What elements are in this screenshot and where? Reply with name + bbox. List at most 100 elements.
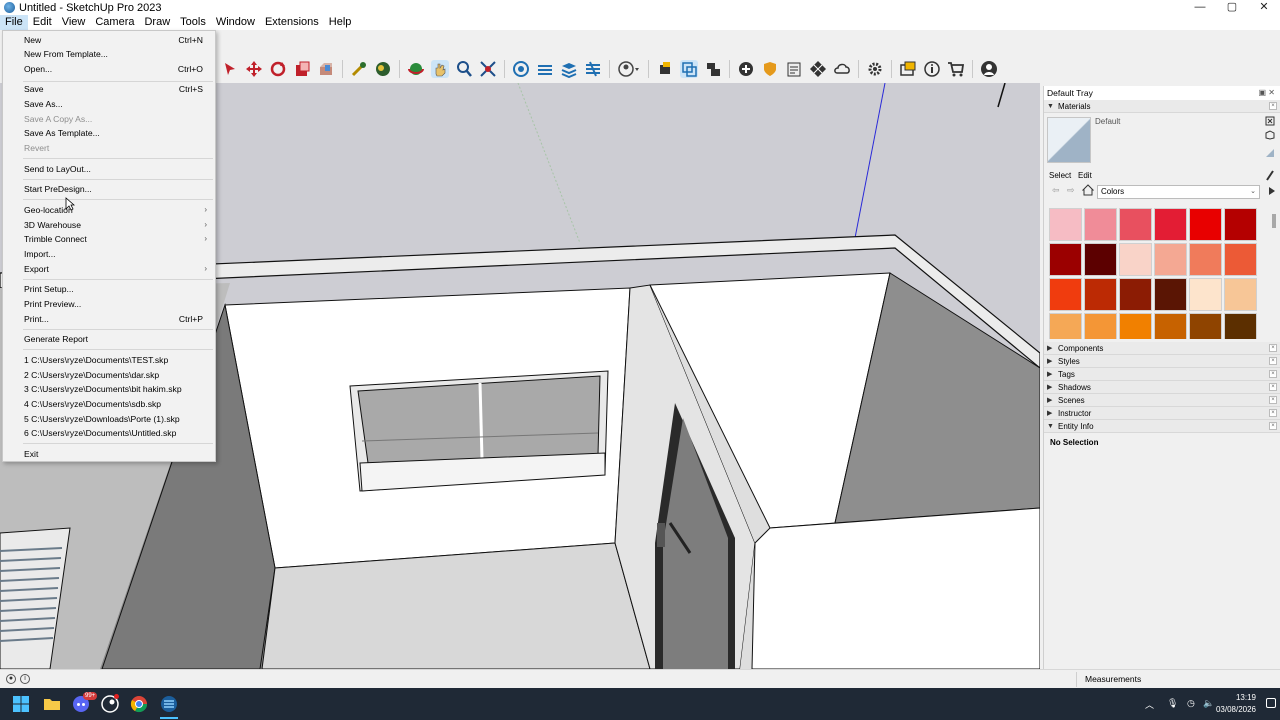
cart-icon[interactable]	[947, 60, 965, 78]
panel-instructor[interactable]: ▶ Instructor ×	[1044, 407, 1280, 420]
color-swatch[interactable]	[1084, 243, 1117, 276]
material-mode-icon[interactable]	[1265, 148, 1275, 158]
details-arrow-icon[interactable]	[1268, 185, 1276, 200]
menu-window[interactable]: Window	[211, 15, 260, 30]
panel-components[interactable]: ▶ Components ×	[1044, 342, 1280, 355]
color-swatch[interactable]	[1154, 278, 1187, 311]
minimize-button[interactable]: —	[1184, 0, 1216, 15]
menu-item-start-predesign[interactable]: Start PreDesign...	[3, 182, 215, 196]
panel-materials-header[interactable]: ▼ Materials ×	[1044, 100, 1280, 113]
account-dropdown-icon[interactable]	[617, 60, 641, 78]
extension-manager-icon[interactable]	[656, 60, 674, 78]
color-swatch[interactable]	[1049, 313, 1082, 339]
close-button[interactable]: ✕	[1248, 0, 1280, 15]
color-swatch[interactable]	[1224, 243, 1257, 276]
tab-edit[interactable]: Edit	[1078, 171, 1092, 180]
file-explorer-icon[interactable]	[43, 695, 61, 713]
color-swatch[interactable]	[1119, 278, 1152, 311]
color-swatch[interactable]	[1119, 243, 1152, 276]
menu-item-generate-report[interactable]: Generate Report	[3, 332, 215, 346]
volume-icon[interactable]: 🔈	[1203, 698, 1214, 709]
maximize-button[interactable]: ▢	[1216, 0, 1248, 15]
menu-item-export[interactable]: Export ›	[3, 262, 215, 276]
texture-grid-icon[interactable]	[809, 60, 827, 78]
layers-icon[interactable]	[560, 60, 578, 79]
panel-close-icon[interactable]: ×	[1269, 370, 1277, 378]
system-clock[interactable]: 13:19 03/08/2026	[1216, 692, 1256, 716]
panel-close-icon[interactable]: ×	[1269, 383, 1277, 391]
recent-file-3[interactable]: 3 C:\Users\ryze\Documents\bit hakim.skp	[3, 382, 215, 396]
recent-file-4[interactable]: 4 C:\Users\ryze\Documents\sdb.skp	[3, 397, 215, 411]
scale-tool-icon[interactable]	[293, 60, 311, 78]
recent-file-2[interactable]: 2 C:\Users\ryze\Documents\dar.skp	[3, 368, 215, 382]
paint-bucket-icon[interactable]	[374, 60, 392, 78]
orbit-icon[interactable]	[407, 60, 425, 78]
chrome-icon[interactable]	[130, 695, 148, 713]
sample-paint-icon[interactable]	[1265, 169, 1275, 183]
menu-tools[interactable]: Tools	[175, 15, 211, 30]
menu-item-print[interactable]: Print... Ctrl+P	[3, 312, 215, 326]
color-swatch[interactable]	[1084, 208, 1117, 241]
outliner-icon[interactable]	[704, 60, 722, 78]
color-swatch[interactable]	[1189, 313, 1222, 339]
color-swatch[interactable]	[1154, 243, 1187, 276]
menu-extensions[interactable]: Extensions	[260, 15, 324, 30]
color-swatch[interactable]	[1189, 243, 1222, 276]
color-swatch[interactable]	[1189, 278, 1222, 311]
add-icon[interactable]	[737, 60, 755, 78]
menu-item-geo-location[interactable]: Geo-location ›	[3, 203, 215, 217]
panel-styles[interactable]: ▶ Styles ×	[1044, 355, 1280, 368]
menu-file[interactable]: File	[0, 15, 28, 30]
menu-camera[interactable]: Camera	[90, 15, 139, 30]
panel-close-icon[interactable]: ×	[1269, 422, 1277, 430]
info-status-icon[interactable]: i	[20, 674, 30, 684]
sketchup-taskbar-icon[interactable]	[160, 695, 178, 713]
color-swatch[interactable]	[1119, 313, 1152, 339]
home-icon[interactable]	[1081, 184, 1095, 199]
menu-item-print-setup[interactable]: Print Setup...	[3, 282, 215, 296]
tape-measure-icon[interactable]	[350, 60, 368, 78]
clear-material-icon[interactable]	[1265, 116, 1275, 126]
menu-item-3d-warehouse[interactable]: 3D Warehouse ›	[3, 218, 215, 232]
color-swatch[interactable]	[1084, 313, 1117, 339]
menu-draw[interactable]: Draw	[139, 15, 175, 30]
notification-center-icon[interactable]	[1266, 698, 1276, 708]
zoom-extents-icon[interactable]	[479, 60, 497, 78]
select-tool-icon[interactable]	[221, 60, 239, 78]
forward-arrow-icon[interactable]: ⇨	[1067, 185, 1075, 196]
rotate-tool-icon[interactable]	[269, 60, 287, 78]
instructor-info-icon[interactable]	[923, 60, 941, 78]
menu-item-trimble-connect[interactable]: Trimble Connect ›	[3, 232, 215, 246]
tab-select[interactable]: Select	[1049, 171, 1071, 180]
panel-close-icon[interactable]: ×	[1269, 344, 1277, 352]
show-hidden-icons[interactable]: ︿	[1145, 698, 1154, 711]
component-browser-icon[interactable]	[680, 60, 698, 78]
network-icon[interactable]: ◷	[1187, 698, 1195, 709]
color-swatch[interactable]	[1224, 313, 1257, 339]
panel-shadows[interactable]: ▶ Shadows ×	[1044, 381, 1280, 394]
color-swatch[interactable]	[1084, 278, 1117, 311]
collection-dropdown[interactable]: Colors ⌄	[1097, 185, 1260, 199]
tray-pin-icon[interactable]: ▣ ✕	[1259, 86, 1275, 100]
color-swatch[interactable]	[1049, 278, 1082, 311]
windows-start-icon[interactable]	[12, 695, 30, 713]
sandbox-icon[interactable]	[584, 60, 602, 78]
menu-item-new[interactable]: New Ctrl+N	[3, 33, 215, 47]
menu-item-save-as[interactable]: Save As...	[3, 97, 215, 111]
recent-file-5[interactable]: 5 C:\Users\ryze\Downloads\Porte (1).skp	[3, 412, 215, 426]
panel-tags[interactable]: ▶ Tags ×	[1044, 368, 1280, 381]
report-icon[interactable]	[785, 60, 803, 78]
recent-file-6[interactable]: 6 C:\Users\ryze\Documents\Untitled.skp	[3, 426, 215, 440]
menu-item-import[interactable]: Import...	[3, 247, 215, 261]
color-swatch[interactable]	[1189, 208, 1222, 241]
menu-edit[interactable]: Edit	[28, 15, 57, 30]
recent-file-1[interactable]: 1 C:\Users\ryze\Documents\TEST.skp	[3, 353, 215, 367]
geolocation-status-icon[interactable]: ●	[6, 674, 16, 684]
tray-icon[interactable]	[899, 60, 917, 78]
create-material-icon[interactable]	[1265, 130, 1275, 140]
color-swatch[interactable]	[1154, 313, 1187, 339]
swatch-scrollbar[interactable]	[1272, 214, 1276, 228]
panel-close-icon[interactable]: ×	[1269, 409, 1277, 417]
menu-view[interactable]: View	[57, 15, 91, 30]
menu-item-save-as-template[interactable]: Save As Template...	[3, 126, 215, 140]
